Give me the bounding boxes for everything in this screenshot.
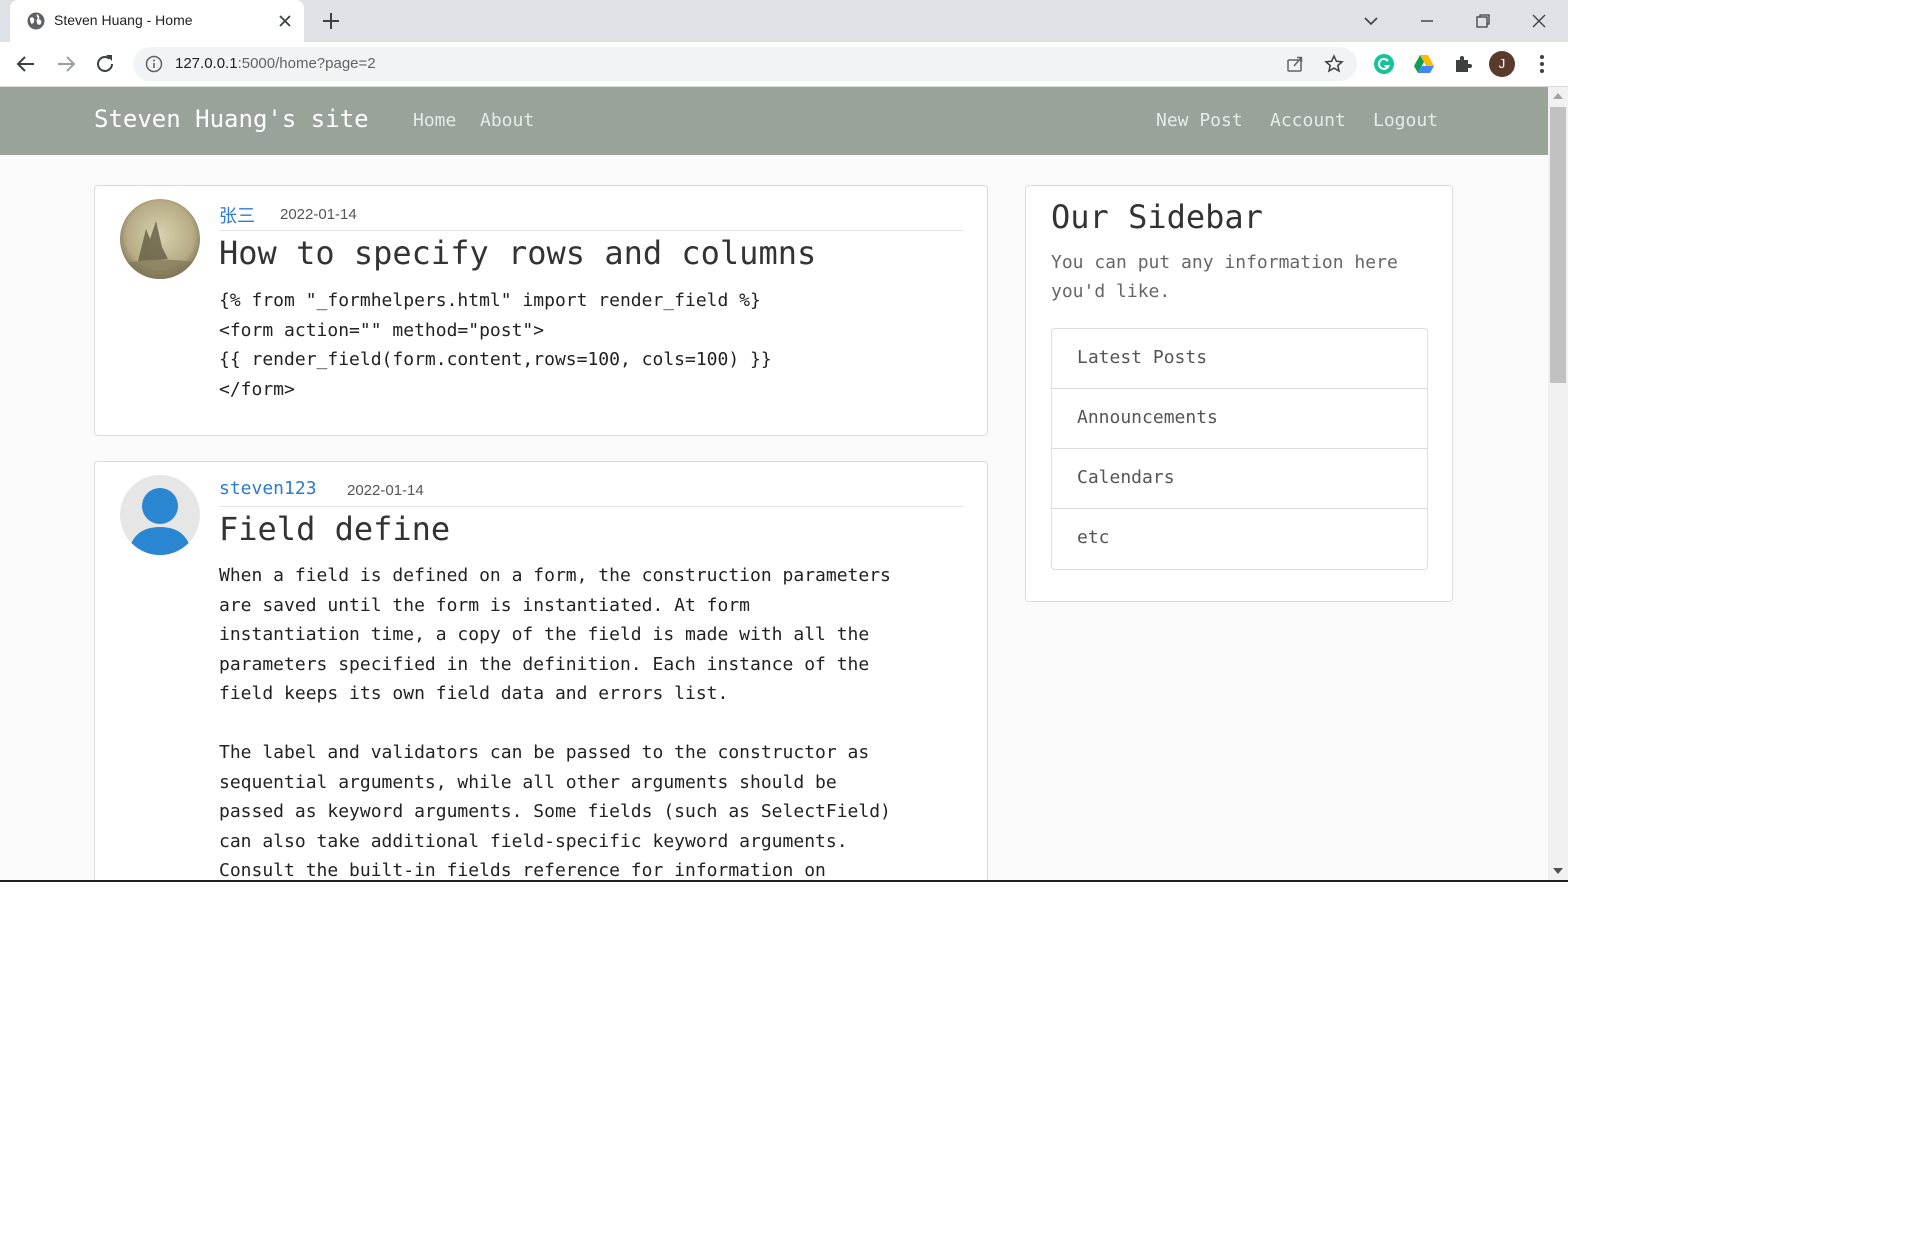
post-title-link[interactable]: Field define	[219, 510, 450, 548]
browser-tab-strip: Steven Huang - Home	[0, 0, 1568, 42]
tab-title: Steven Huang - Home	[54, 12, 193, 28]
address-bar[interactable]: 127.0.0.1:5000/home?page=2	[133, 47, 1357, 81]
share-icon[interactable]	[1285, 54, 1305, 74]
nav-logout-link[interactable]: Logout	[1373, 110, 1438, 131]
grammarly-icon[interactable]	[1372, 52, 1396, 76]
post-date: 2022-01-14	[280, 206, 357, 223]
reload-icon[interactable]	[93, 52, 117, 76]
nav-about-link[interactable]: About	[480, 110, 534, 131]
google-drive-icon[interactable]	[1412, 52, 1436, 76]
sidebar-text: You can put any information here you'd l…	[1051, 252, 1398, 302]
nav-new-post-link[interactable]: New Post	[1156, 110, 1243, 131]
bookmark-star-icon[interactable]	[1324, 54, 1344, 74]
sidebar-card: Our Sidebar You can put any information …	[1025, 185, 1453, 602]
post-content: {% from "_formhelpers.html" import rende…	[219, 290, 772, 400]
post-title-link[interactable]: How to specify rows and columns	[219, 234, 816, 272]
post-card: steven123 2022-01-14 Field define When a…	[94, 461, 988, 881]
landscape-painting-icon	[120, 199, 200, 279]
forward-icon[interactable]	[54, 52, 78, 76]
back-icon[interactable]	[14, 52, 38, 76]
extensions-puzzle-icon[interactable]	[1451, 52, 1475, 76]
scroll-down-arrow-icon[interactable]	[1553, 868, 1563, 874]
page-scrollbar[interactable]	[1548, 87, 1568, 881]
window-bottom-edge	[0, 880, 1568, 882]
profile-avatar[interactable]: J	[1489, 51, 1515, 77]
nav-account-link[interactable]: Account	[1270, 110, 1346, 131]
scroll-up-arrow-icon[interactable]	[1553, 93, 1563, 99]
sidebar-item-latest-posts[interactable]: Latest Posts	[1052, 329, 1427, 389]
minimize-icon[interactable]	[1416, 10, 1438, 32]
post-author-link[interactable]: 张三	[219, 202, 255, 228]
browser-tab[interactable]: Steven Huang - Home	[10, 0, 304, 42]
url-text[interactable]: 127.0.0.1:5000/home?page=2	[175, 55, 376, 72]
browser-toolbar: 127.0.0.1:5000/home?page=2 J	[0, 42, 1568, 87]
restore-icon[interactable]	[1472, 10, 1494, 32]
sidebar-title: Our Sidebar	[1051, 198, 1263, 236]
sidebar-item-calendars[interactable]: Calendars	[1052, 449, 1427, 509]
default-user-icon	[120, 475, 200, 555]
author-avatar	[120, 199, 200, 279]
divider	[219, 230, 963, 231]
close-tab-icon[interactable]	[276, 12, 294, 30]
new-tab-icon[interactable]	[320, 10, 342, 32]
site-brand[interactable]: Steven Huang's site	[94, 105, 369, 133]
post-date: 2022-01-14	[347, 482, 424, 499]
site-info-icon[interactable]	[145, 55, 163, 73]
sidebar-item-etc[interactable]: etc	[1052, 509, 1427, 569]
tab-search-icon[interactable]	[1360, 10, 1382, 32]
scrollbar-thumb[interactable]	[1550, 107, 1566, 383]
post-author-link[interactable]: steven123	[219, 478, 317, 499]
sidebar-item-announcements[interactable]: Announcements	[1052, 389, 1427, 449]
close-window-icon[interactable]	[1528, 10, 1550, 32]
post-content: When a field is defined on a form, the c…	[219, 565, 891, 881]
sidebar-list: Latest Posts Announcements Calendars etc	[1051, 328, 1428, 570]
nav-home-link[interactable]: Home	[413, 110, 456, 131]
url-host: 127.0.0.1	[175, 55, 238, 72]
author-avatar	[120, 475, 200, 555]
url-path: :5000/home?page=2	[237, 55, 376, 72]
divider	[219, 506, 963, 507]
globe-icon	[27, 12, 45, 30]
menu-kebab-icon[interactable]	[1530, 52, 1554, 76]
post-card: 张三 2022-01-14 How to specify rows and co…	[94, 185, 988, 436]
site-navbar: Steven Huang's site Home About New Post …	[0, 87, 1548, 155]
page-viewport: Steven Huang's site Home About New Post …	[0, 87, 1548, 881]
